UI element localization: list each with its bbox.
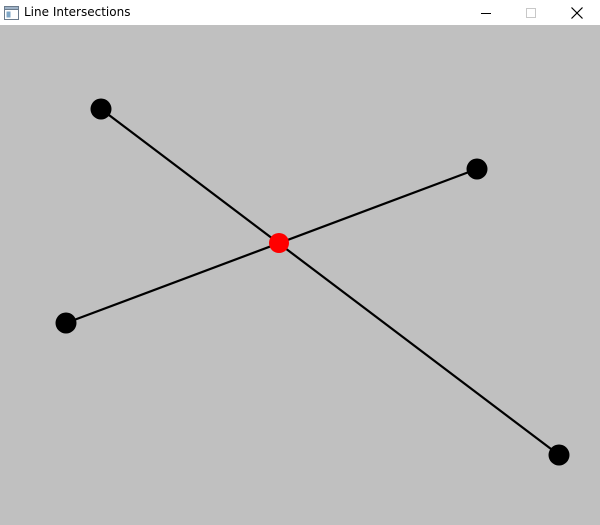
drawing-canvas[interactable] [0,25,600,525]
canvas-drawing [55,98,570,466]
title-bar[interactable]: Line Intersections [0,0,600,25]
minimize-icon [481,12,491,14]
endpoint-b-start[interactable] [55,312,77,334]
endpoint-b-end[interactable] [466,158,488,180]
intersection-point [269,233,289,253]
app-window: Line Intersections [0,0,600,525]
maximize-button[interactable] [508,0,554,25]
window-title: Line Intersections [24,5,131,19]
endpoint-a-end[interactable] [548,444,570,466]
app-icon [4,5,19,20]
close-icon [571,6,583,19]
line-segment-a [100,108,560,456]
maximize-icon [526,7,536,18]
close-button[interactable] [554,0,600,25]
minimize-button[interactable] [463,0,509,25]
endpoint-a-start[interactable] [90,98,112,120]
